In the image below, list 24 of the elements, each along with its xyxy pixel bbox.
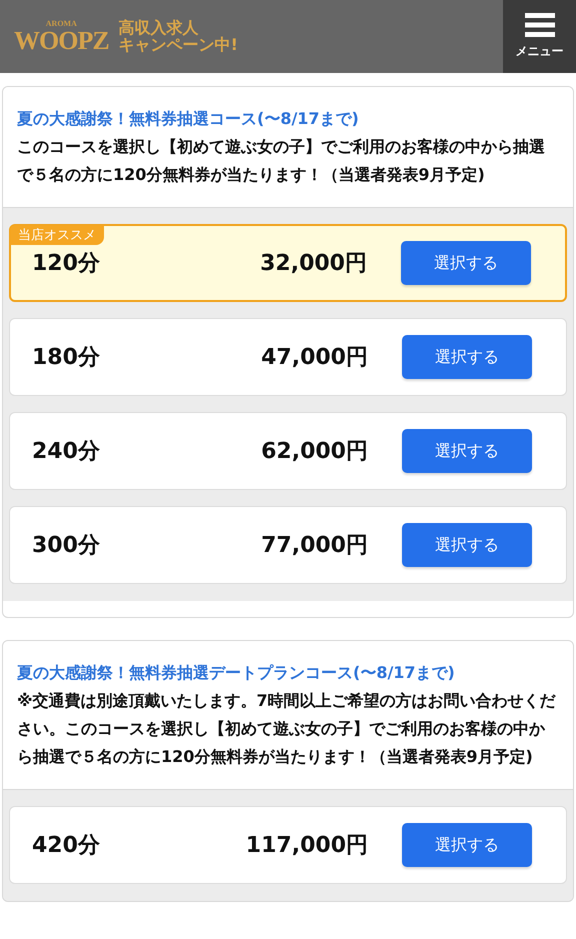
course-title: 夏の大感謝祭！無料券抽選デートプランコース(〜8/17まで) — [17, 662, 456, 684]
plan-price: 47,000円 — [261, 344, 368, 372]
logo[interactable]: AROMA WOOPZ — [14, 20, 109, 54]
select-button[interactable]: 選択する — [402, 429, 532, 473]
recommended-badge: 当店オススメ — [10, 225, 104, 245]
select-button[interactable]: 選択する — [402, 823, 532, 867]
plan-duration: 420分 — [32, 832, 101, 860]
plan-price: 77,000円 — [261, 532, 368, 560]
recruit-banner[interactable]: 高収入求人 キャンペーン中! — [118, 20, 238, 54]
course-description: ※交通費は別途頂戴いたします。7時間以上ご希望の方はお問い合わせください。このコースを選択し【初めて遊ぶ女の子】でご利用のお客様の中から抽選で５名の方に120分無料券が当たります！（当選者発表9月予定) — [17, 690, 557, 768]
plan-duration: 300分 — [32, 532, 101, 560]
select-button[interactable]: 選択する — [402, 335, 532, 379]
plan-price: 62,000円 — [261, 438, 368, 466]
plan-price: 117,000円 — [246, 832, 368, 860]
menu-button[interactable]: メニュー — [503, 0, 576, 73]
menu-icon — [524, 13, 554, 37]
plan-price: 32,000円 — [260, 250, 367, 278]
course-description: このコースを選択し【初めて遊ぶ女の子】でご利用のお客様の中から抽選で５名の方に120分無料券が当たります！（当選者発表9月予定) — [17, 136, 546, 186]
plan-duration: 240分 — [32, 438, 101, 466]
plan-duration: 120分 — [32, 250, 101, 278]
select-button[interactable]: 選択する — [401, 241, 531, 285]
plan-duration: 180分 — [32, 344, 101, 372]
course-title: 夏の大感謝祭！無料券抽選コース(〜8/17まで) — [17, 108, 360, 130]
select-button[interactable]: 選択する — [402, 523, 532, 567]
